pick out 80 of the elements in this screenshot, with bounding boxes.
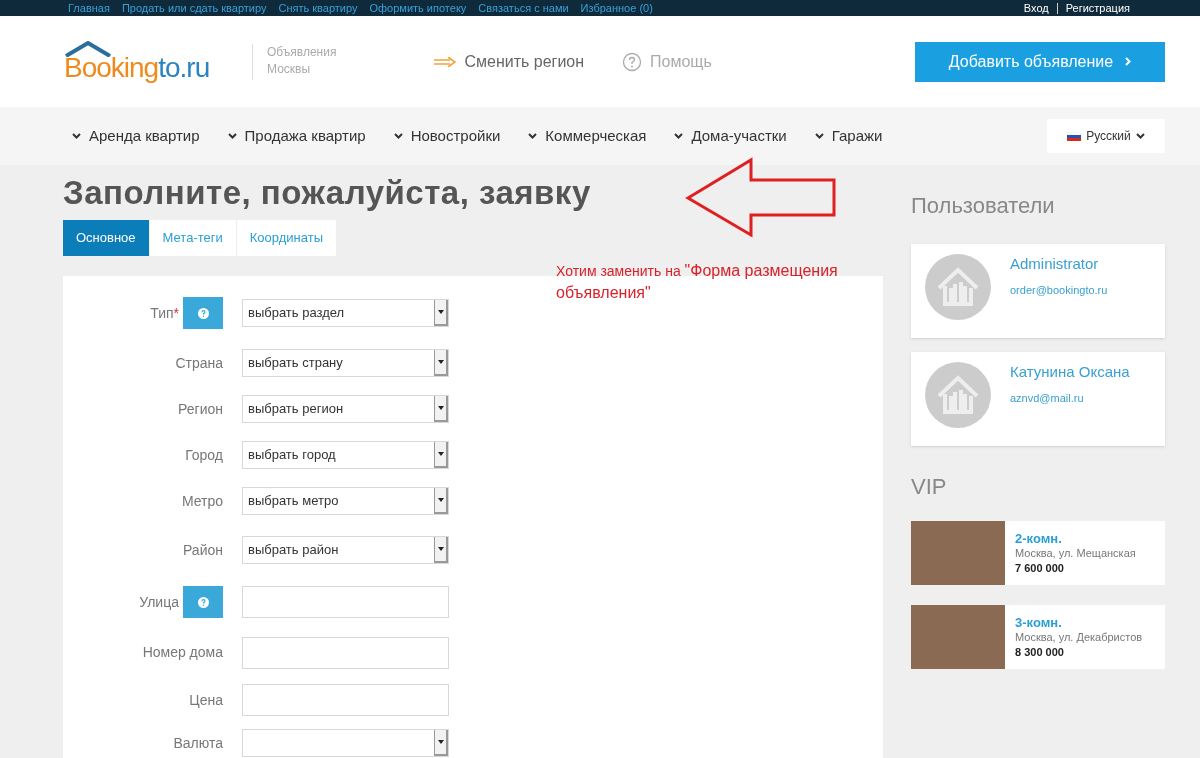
section-title: VIP <box>911 473 948 501</box>
top-link[interactable]: Избранное (0) <box>580 0 653 17</box>
text-field[interactable] <box>242 684 449 716</box>
tab[interactable]: Мета-теги <box>148 220 236 256</box>
listing-card[interactable]: 3-комн. Москва, ул. Декабристов 8 300 000 <box>911 605 1165 669</box>
tab[interactable]: Координаты <box>235 220 336 256</box>
chevron-down-icon <box>674 133 684 139</box>
field-label: Метро <box>181 491 223 511</box>
field-label: Город <box>185 445 223 465</box>
nav-menu-item[interactable]: Новостройки <box>393 124 501 148</box>
chevron-down-icon <box>72 133 81 139</box>
chevron-down-icon <box>814 133 824 139</box>
site-logo[interactable]: Bookingto.ru <box>64 40 226 83</box>
listing-card[interactable]: 2-комн. Москва, ул. Мещанская 7 600 000 <box>911 521 1165 585</box>
top-link[interactable]: Снять квартиру <box>278 0 358 17</box>
change-region-link[interactable]: Сменить регион <box>434 49 585 74</box>
section-title: Пользователи <box>911 192 1056 220</box>
field-label: Тип <box>150 303 174 323</box>
question-circle-icon <box>622 51 643 72</box>
dropdown-arrow-icon <box>437 452 444 456</box>
required-mark: * <box>173 303 179 323</box>
auth-link[interactable]: Регистрация <box>1065 0 1130 17</box>
dropdown-arrow-icon <box>437 498 444 502</box>
tab[interactable]: Основное <box>63 220 149 256</box>
chevron-right-icon <box>1125 57 1132 66</box>
dropdown-arrow-icon <box>437 310 444 314</box>
field-label: Валюта <box>173 733 223 753</box>
dropdown-arrow-icon <box>437 360 444 364</box>
chevron-down-icon <box>528 133 538 139</box>
flag-icon <box>1067 131 1082 141</box>
field-label: Регион <box>178 399 223 419</box>
select-field[interactable]: выбрать метро <box>242 487 449 515</box>
auth-link[interactable]: Вход <box>1023 0 1049 17</box>
question-icon <box>197 307 209 319</box>
page-title: Заполните, пожалуйста, заявку <box>63 172 591 213</box>
arrow-icon <box>434 56 457 67</box>
house-avatar-icon <box>925 254 991 320</box>
dropdown-arrow-icon <box>437 547 444 551</box>
user-email[interactable]: order@bookingto.ru <box>1010 281 1108 298</box>
annotation-text: Хотим заменить на "Форма размещения объявления" <box>556 261 839 303</box>
text-field[interactable] <box>242 586 449 618</box>
chevron-down-icon <box>393 133 403 139</box>
help-button[interactable] <box>183 586 223 618</box>
house-avatar-icon <box>925 362 991 428</box>
top-link[interactable]: Продать или сдать квартиру <box>121 0 267 17</box>
nav-menu-item[interactable]: Аренда квартир <box>72 124 200 148</box>
listing-address: Москва, ул. Декабристов <box>1015 630 1143 645</box>
dropdown-arrow-icon <box>437 406 444 410</box>
roof-icon <box>64 40 112 57</box>
user-email[interactable]: aznvd@mail.ru <box>1010 389 1130 406</box>
field-label: Район <box>183 540 223 560</box>
nav-menu-item[interactable]: Продажа квартир <box>227 124 366 148</box>
top-link[interactable]: Главная <box>68 0 110 17</box>
chevron-down-icon <box>1135 133 1145 139</box>
text-field[interactable] <box>242 636 449 669</box>
language-dropdown[interactable]: Русский <box>1047 119 1165 153</box>
listing-price: 8 300 000 <box>1015 645 1065 660</box>
select-field[interactable]: выбрать район <box>242 536 449 564</box>
listing-address: Москва, ул. Мещанская <box>1015 546 1136 561</box>
field-label: Страна <box>175 353 223 373</box>
nav-menu-item[interactable]: Дома-участки <box>674 124 787 148</box>
top-link[interactable]: Связаться с нами <box>478 0 569 17</box>
select-field[interactable]: выбрать регион <box>242 395 449 423</box>
select-field[interactable]: выбрать страну <box>242 349 449 377</box>
listing-price: 7 600 000 <box>1015 561 1065 576</box>
tagline: Москвы <box>267 60 312 78</box>
dropdown-arrow-icon <box>437 740 444 744</box>
question-icon <box>197 596 209 608</box>
tagline: Объявления <box>267 43 337 61</box>
top-link[interactable]: Оформить ипотеку <box>369 0 467 17</box>
chevron-down-icon <box>227 133 237 139</box>
select-field[interactable]: выбрать раздел <box>242 299 449 327</box>
nav-menu-item[interactable]: Коммерческая <box>528 124 647 148</box>
select-field[interactable] <box>242 729 449 757</box>
field-label: Улица <box>139 592 179 612</box>
field-label: Цена <box>189 690 223 710</box>
field-label: Номер дома <box>142 643 223 662</box>
nav-menu-item[interactable]: Гаражи <box>814 124 883 148</box>
help-button[interactable] <box>183 297 223 329</box>
select-field[interactable]: выбрать город <box>242 441 449 469</box>
